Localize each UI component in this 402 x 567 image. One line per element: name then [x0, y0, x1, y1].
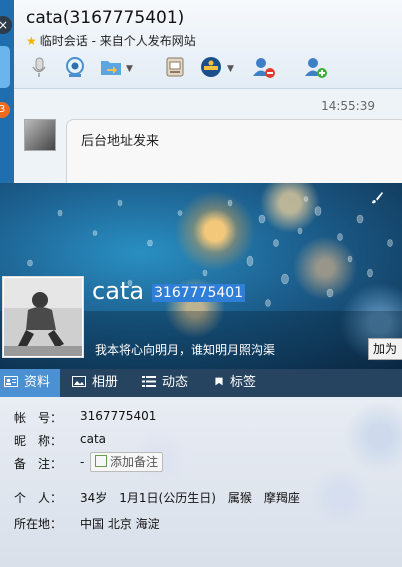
chevron-down-icon[interactable]: ▼: [126, 64, 133, 74]
location-label: 所在地：: [14, 517, 63, 531]
tab-label: 相册: [92, 375, 119, 390]
nickname-value: cata: [80, 432, 107, 446]
edit-icon: [95, 455, 107, 467]
nickname-label: 昵 称：: [14, 434, 63, 448]
remove-user-icon[interactable]: [250, 54, 276, 80]
chat-title[interactable]: cata(3167775401): [26, 8, 184, 28]
photo-icon: [72, 376, 86, 387]
feed-icon: [142, 376, 156, 387]
profile-avatar[interactable]: [2, 276, 84, 358]
tab-label: 动态: [162, 375, 189, 390]
tab-tags[interactable]: 标签: [214, 369, 256, 397]
chat-subtitle-text: 临时会话 - 来自个人发布网站: [39, 34, 196, 48]
add-friend-button[interactable]: 加为: [368, 338, 402, 360]
chat-subtitle: ★ 临时会话 - 来自个人发布网站: [26, 32, 196, 49]
message-bubble: 后台地址发来: [66, 119, 402, 191]
tab-label: 标签: [230, 375, 257, 390]
profile-qq-number[interactable]: 3167775401: [152, 284, 246, 302]
profile-card: cata 3167775401 我本将心向明月，谁知明月照沟渠 加为 资料 相册…: [0, 183, 402, 567]
message-timestamp: 14:55:39: [321, 99, 375, 113]
chat-header: cata(3167775401) ★ 临时会话 - 来自个人发布网站 ▼ ▼: [14, 0, 402, 89]
close-icon[interactable]: ×: [0, 16, 12, 34]
session-item-active[interactable]: [0, 46, 10, 88]
account-label: 帐 号：: [14, 411, 63, 425]
bookmark-icon: [215, 377, 223, 386]
profile-info: 帐 号： 3167775401 昵 称： cata 备 注： - 添加备注 个 …: [0, 397, 402, 567]
personal-label: 个 人：: [14, 491, 63, 505]
profile-card-icon: [4, 376, 18, 387]
message-text: 后台地址发来: [81, 134, 160, 149]
brush-icon[interactable]: [370, 191, 384, 205]
chevron-down-icon[interactable]: ▼: [227, 64, 234, 74]
app-icon[interactable]: [198, 54, 224, 80]
remark-label: 备 注：: [14, 457, 63, 471]
screen-icon[interactable]: [162, 54, 188, 80]
tab-feed[interactable]: 动态: [142, 369, 188, 397]
profile-signature: 我本将心向明月，谁知明月照沟渠: [95, 343, 276, 357]
microphone-icon[interactable]: [26, 54, 52, 80]
message-area: 14:55:39 后台地址发来: [14, 89, 402, 191]
tab-profile[interactable]: 资料: [0, 369, 60, 397]
account-value: 3167775401: [80, 409, 157, 423]
video-icon[interactable]: [62, 54, 88, 80]
profile-tabs: 资料 相册 动态 标签: [0, 369, 402, 397]
personal-value: 34岁 1月1日(公历生日) 属猴 摩羯座: [80, 491, 300, 505]
profile-banner: cata 3167775401 我本将心向明月，谁知明月照沟渠 加为: [0, 183, 402, 369]
unread-badge: 3: [0, 102, 10, 118]
profile-name: cata: [92, 277, 145, 305]
folder-transfer-icon[interactable]: [98, 54, 124, 80]
tab-label: 资料: [24, 375, 51, 390]
tab-album[interactable]: 相册: [72, 369, 118, 397]
add-user-icon[interactable]: [302, 54, 328, 80]
add-remark-label: 添加备注: [110, 455, 159, 469]
add-remark-button[interactable]: 添加备注: [90, 452, 164, 472]
star-icon: ★: [26, 34, 37, 48]
avatar[interactable]: [24, 119, 56, 151]
remark-value: -: [80, 455, 85, 469]
location-value: 中国 北京 海淀: [80, 517, 160, 531]
